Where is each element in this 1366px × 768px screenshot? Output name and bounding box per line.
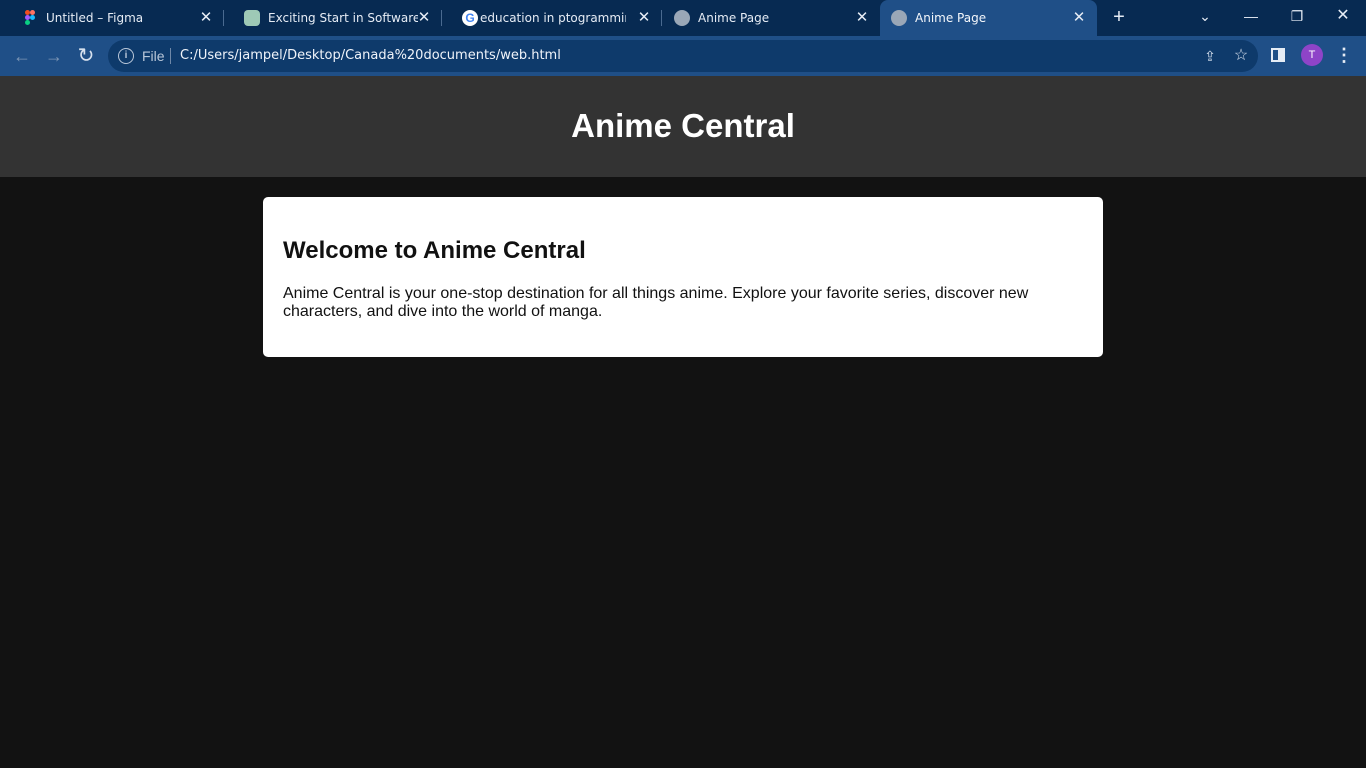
address-bar[interactable]: i File C:/Users/jampel/Desktop/Canada%20… <box>108 40 1258 72</box>
welcome-card: Welcome to Anime Central Anime Central i… <box>263 197 1103 357</box>
tab-strip: Untitled – Figma ✕ Exciting Start in Sof… <box>0 0 1366 36</box>
welcome-heading: Welcome to Anime Central <box>283 237 586 264</box>
tab-google[interactable]: G education in ptogramming - ✕ <box>442 0 662 36</box>
info-icon[interactable]: i <box>118 48 134 64</box>
forward-button[interactable]: → <box>42 44 66 68</box>
restore-button[interactable]: ❐ <box>1286 6 1308 26</box>
page-viewport: Anime Central Welcome to Anime Central A… <box>0 76 1366 768</box>
tab-close-icon[interactable]: ✕ <box>1071 10 1087 26</box>
url-text[interactable]: C:/Users/jampel/Desktop/Canada%20documen… <box>180 48 561 64</box>
chatgpt-icon <box>244 10 260 26</box>
site-title: Anime Central <box>571 107 795 144</box>
omnibox-divider <box>170 48 171 64</box>
profile-avatar[interactable]: T <box>1301 44 1323 66</box>
browser-toolbar: ← → ↻ i File C:/Users/jampel/Desktop/Can… <box>0 36 1366 76</box>
bookmark-star-icon[interactable]: ☆ <box>1232 47 1250 65</box>
tab-title: education in ptogramming - <box>480 11 626 25</box>
tab-title: Untitled – Figma <box>46 11 144 25</box>
back-button[interactable]: ← <box>10 44 34 68</box>
reload-button[interactable]: ↻ <box>74 44 98 68</box>
tab-close-icon[interactable]: ✕ <box>416 10 432 26</box>
tab-close-icon[interactable]: ✕ <box>198 10 214 26</box>
tab-title: Anime Page <box>915 11 987 25</box>
minimize-button[interactable]: — <box>1240 6 1262 26</box>
tab-chatgpt[interactable]: Exciting Start in Software Eng ✕ <box>224 0 442 36</box>
globe-icon <box>674 10 690 26</box>
scheme-label: File <box>142 48 165 64</box>
tab-close-icon[interactable]: ✕ <box>636 10 652 26</box>
window-close-button[interactable]: ✕ <box>1332 6 1354 26</box>
tab-title: Exciting Start in Software Eng <box>268 11 418 25</box>
side-panel-icon[interactable] <box>1271 48 1285 62</box>
welcome-paragraph: Anime Central is your one-stop destinati… <box>283 285 1029 320</box>
tab-figma[interactable]: Untitled – Figma ✕ <box>2 0 224 36</box>
share-icon[interactable]: ⇪ <box>1202 48 1218 64</box>
browser-menu-icon[interactable]: ⋮ <box>1334 44 1354 66</box>
figma-icon <box>25 10 35 25</box>
tab-search-icon[interactable]: ⌄ <box>1194 6 1216 26</box>
tab-close-icon[interactable]: ✕ <box>854 10 870 26</box>
tab-anime-page-active[interactable]: Anime Page ✕ <box>880 0 1097 36</box>
tab-anime-page[interactable]: Anime Page ✕ <box>662 0 880 36</box>
site-header: Anime Central <box>0 76 1366 177</box>
globe-icon <box>891 10 907 26</box>
new-tab-button[interactable]: + <box>1108 6 1130 28</box>
tab-title: Anime Page <box>698 11 770 25</box>
google-icon: G <box>462 10 478 26</box>
